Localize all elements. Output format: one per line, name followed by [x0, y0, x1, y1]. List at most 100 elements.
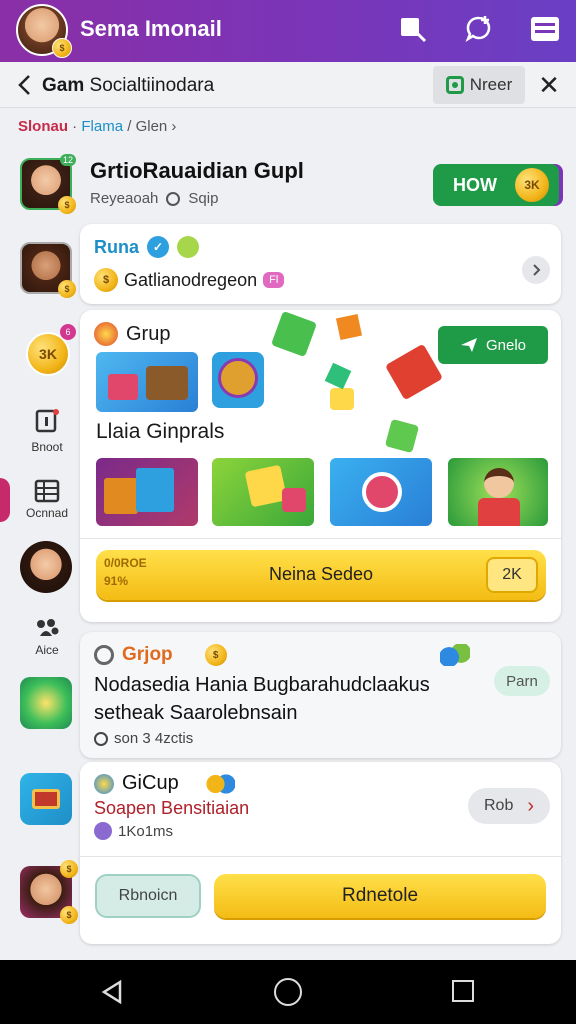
gicup-subtitle: Soapen Bensitiaian	[94, 798, 250, 818]
group-card-header: Grup	[94, 322, 170, 346]
runa-header: Runa ✓	[94, 236, 199, 258]
nav-chip-label: Nreer	[469, 75, 513, 94]
brush-icon	[94, 773, 114, 794]
group-card-subtitle: Llaia Ginprals	[96, 420, 225, 443]
bookmark-tag-icon[interactable]	[396, 12, 430, 46]
group-card-title: Grup	[126, 322, 171, 345]
floating-cube	[330, 388, 354, 410]
rail-label-3: Aice	[35, 643, 59, 657]
group-action-label: Gnelo	[485, 336, 527, 354]
coin-icon: $	[58, 280, 76, 298]
breadcrumb-sep: /	[123, 118, 136, 135]
send-icon	[460, 338, 477, 352]
grid-icon[interactable]	[34, 478, 60, 504]
floating-cube	[335, 313, 363, 341]
floating-cube	[324, 362, 352, 390]
chevron-right-icon[interactable]	[522, 256, 550, 284]
breadcrumb-item-2[interactable]: Flama	[81, 118, 123, 135]
coin-icon: $	[94, 268, 118, 292]
page-icon[interactable]	[34, 408, 60, 434]
game-tile-compass[interactable]	[212, 352, 264, 408]
floating-cube	[270, 310, 318, 358]
grjop-title: Grjop	[122, 644, 173, 665]
treasure-chest-icon	[32, 789, 60, 809]
emoji-icon	[177, 236, 199, 258]
back-triangle-icon[interactable]	[98, 978, 128, 1008]
breadcrumb-sep: ·	[68, 118, 82, 135]
rail-game-thumb-2[interactable]	[20, 773, 72, 825]
game-tile-shopping[interactable]	[96, 352, 198, 412]
nav-title-rest: Socialtiinodara	[84, 75, 215, 96]
coin-icon: $	[60, 860, 78, 878]
home-circle-icon[interactable]	[274, 978, 302, 1006]
breadcrumb-arrow: ›	[167, 118, 177, 135]
game-tile-letters[interactable]	[212, 458, 314, 526]
primary-button[interactable]: Rdnetole	[214, 874, 546, 918]
progress-bar-reward: 2K	[486, 557, 538, 593]
group-sub-a: Reyeaoah	[90, 190, 159, 207]
profile-avatar[interactable]: $	[16, 4, 72, 58]
coin-icon: $	[60, 906, 78, 924]
reaction-icon	[204, 772, 235, 795]
rail-label-1: Bnoot	[31, 440, 63, 454]
floating-cube	[384, 343, 444, 401]
runa-message: Gatlianodregeon	[124, 269, 258, 290]
menu-icon[interactable]	[528, 12, 562, 46]
gicup-meta-row: 1Ko1ms	[94, 822, 173, 840]
gicup-header: GiCup	[94, 772, 235, 795]
nav-title-bold: Gam	[42, 75, 85, 96]
group-card: Grup Gnelo Llaia Ginprals 0/0ROE 91% Nei…	[80, 310, 561, 622]
rail-avatar-friend[interactable]: $ $	[20, 860, 78, 924]
nav-title: Gam Socialtiinodara	[42, 75, 214, 97]
progress-bar-label: Neina Sedeo	[268, 564, 374, 584]
members-icon	[440, 644, 470, 666]
paw-icon[interactable]	[34, 618, 60, 644]
game-tile-crates[interactable]	[96, 458, 198, 526]
chevron-left-icon[interactable]	[12, 71, 38, 99]
chat-card-runa[interactable]: Runa ✓ $ Gatlianodregeon Fl	[80, 224, 561, 304]
group-ring-icon	[94, 645, 114, 665]
rail-game-thumb-1[interactable]	[20, 677, 72, 729]
rail-edge-tab[interactable]	[0, 478, 10, 522]
grjop-line2: setheak Saarolebnsain	[94, 702, 298, 724]
grjop-pill[interactable]: Parn	[494, 666, 550, 696]
app-header: $ Sema Imonail	[0, 0, 576, 62]
verified-icon: ✓	[147, 236, 169, 258]
game-tile-character[interactable]	[448, 458, 548, 526]
square-dot-icon	[445, 76, 464, 94]
breadcrumb-item-1[interactable]: Slonau	[18, 118, 68, 135]
rail-coin-badge: 6	[60, 324, 76, 340]
recents-square-icon[interactable]	[452, 980, 474, 1002]
progress-bar-button[interactable]: 0/0ROE 91% Neina Sedeo 2K	[96, 550, 546, 600]
grjop-meta: son 3 4zctis	[114, 730, 194, 747]
nav-chip-button[interactable]: Nreer	[433, 66, 525, 104]
rail-avatar-group[interactable]: 12 $	[20, 154, 76, 214]
breadcrumb-item-3[interactable]: Glen	[136, 118, 168, 135]
game-tile-candy[interactable]	[330, 458, 432, 526]
how-button[interactable]: HOW 3K	[433, 164, 559, 206]
grjop-header: Grjop $	[94, 644, 227, 666]
coin-icon: $	[58, 196, 76, 214]
divider	[80, 856, 561, 857]
gicup-meta: 1Ko1ms	[118, 822, 174, 840]
close-icon[interactable]: ✕	[534, 70, 564, 100]
chat-card-grjop[interactable]: Grjop $ Parn Nodasedia Hania Bugbarahudc…	[80, 632, 561, 758]
rail-avatar-user[interactable]	[20, 541, 72, 593]
gicup-title: GiCup	[122, 772, 179, 794]
chat-add-icon[interactable]	[462, 12, 496, 46]
group-subtitle: Reyeaoah Sqip	[90, 190, 218, 207]
app-title: Sema Imonail	[80, 16, 222, 41]
system-nav-bar	[0, 960, 576, 1024]
circle-icon	[94, 731, 108, 746]
group-action-button[interactable]: Gnelo	[438, 326, 548, 364]
floating-cube	[384, 418, 420, 454]
coin-icon: $	[204, 644, 227, 666]
gicup-pill-button[interactable]: Rob ›	[468, 788, 550, 824]
coin-badge: $	[52, 38, 72, 58]
rail-avatar-runa[interactable]: $	[20, 242, 76, 298]
breadcrumb: Slonau · Flama / Glen ›	[18, 118, 176, 135]
rail-notification-badge: 12	[59, 154, 76, 166]
divider	[80, 538, 561, 539]
secondary-button[interactable]: Rbnoicn	[95, 874, 201, 918]
chat-card-gicup[interactable]: GiCup Soapen Bensitiaian 1Ko1ms Rob › Rb…	[80, 762, 561, 944]
